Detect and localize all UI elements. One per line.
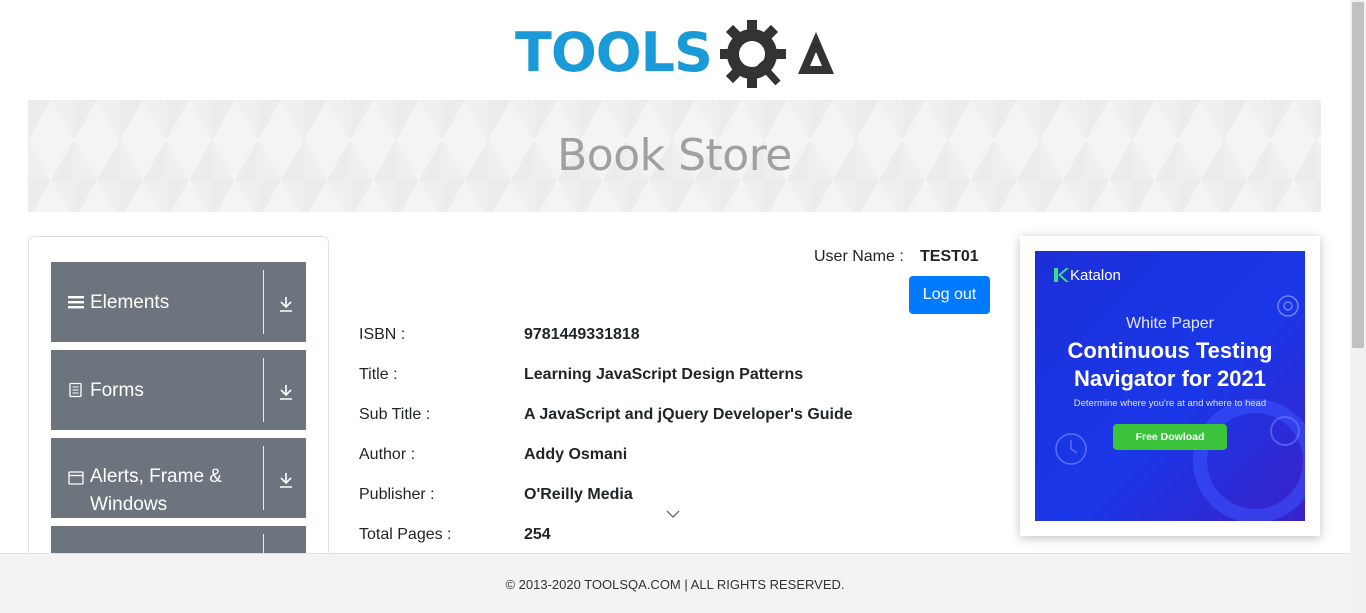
ad-subtext: Determine where you're at and where to h… — [1073, 398, 1267, 409]
total-pages-row: Total Pages : 254 — [359, 526, 979, 550]
group-elements[interactable]: Elements — [51, 262, 306, 342]
header: TOOLS — [0, 0, 1350, 100]
isbn-label: ISBN : — [359, 326, 406, 343]
page-banner: Book Store — [28, 100, 1321, 212]
logo-gear-qa-icon — [720, 20, 834, 88]
divider — [263, 446, 264, 510]
chevron-down-icon[interactable] — [666, 509, 680, 519]
group-label: Forms — [90, 380, 144, 401]
ad-headline: Continuous Testing Navigator for 2021 — [1035, 337, 1305, 393]
title-label: Title : — [359, 366, 398, 383]
divider — [263, 270, 264, 334]
logout-button[interactable]: Log out — [909, 276, 990, 314]
publisher-label: Publisher : — [359, 486, 435, 503]
download-icon — [280, 297, 292, 312]
isbn-value: 9781449331818 — [524, 326, 640, 343]
window-icon — [68, 471, 84, 485]
group-label: Alerts, Frame & Windows — [90, 466, 222, 515]
page-title: Book Store — [557, 130, 792, 181]
ad-container: Katalon White Paper Continuous Testing N… — [1020, 236, 1320, 536]
group-forms[interactable]: Forms — [51, 350, 306, 430]
toolsqa-logo[interactable]: TOOLS — [515, 18, 840, 90]
publisher-row: Publisher : O'Reilly Media — [359, 486, 979, 510]
ad-brand: Katalon — [1070, 267, 1121, 284]
publisher-value: O'Reilly Media — [524, 486, 633, 503]
subtitle-row: Sub Title : A JavaScript and jQuery Deve… — [359, 406, 979, 430]
download-icon — [280, 473, 292, 488]
scrollbar-thumb[interactable] — [1352, 2, 1364, 348]
user-name-label: User Name : — [814, 248, 904, 265]
title-row: Title : Learning JavaScript Design Patte… — [359, 366, 979, 390]
ad-headline-line-1: Continuous Testing — [1067, 338, 1273, 363]
katalon-logo-icon — [1054, 268, 1069, 282]
user-name-value: TEST01 — [920, 248, 979, 265]
divider — [263, 358, 264, 422]
clock-icon — [1055, 433, 1087, 465]
title-value: Learning JavaScript Design Patterns — [524, 366, 804, 383]
document-icon — [69, 382, 82, 398]
author-label: Author : — [359, 446, 416, 463]
total-pages-label: Total Pages : — [359, 526, 452, 543]
page-scrollbar[interactable] — [1350, 0, 1366, 613]
logo-text-tools: TOOLS — [515, 21, 713, 84]
author-row: Author : Addy Osmani — [359, 446, 979, 470]
total-pages-value: 254 — [524, 526, 551, 543]
left-panel: Elements Forms Alerts, Frame & Windows — [28, 236, 329, 606]
ad-kicker: White Paper — [1125, 315, 1215, 332]
author-value: Addy Osmani — [524, 446, 628, 463]
katalon-ad[interactable]: Katalon White Paper Continuous Testing N… — [1035, 251, 1305, 521]
ad-cta-button[interactable]: Free Dowload — [1113, 424, 1227, 450]
isbn-row: ISBN : 9781449331818 — [359, 326, 979, 350]
download-icon — [280, 385, 292, 400]
ad-headline-line-2: Navigator for 2021 — [1074, 366, 1266, 391]
footer: © 2013-2020 TOOLSQA.COM | ALL RIGHTS RES… — [0, 553, 1350, 613]
subtitle-value: A JavaScript and jQuery Developer's Guid… — [524, 406, 853, 423]
ad-decoration-icon — [1193, 399, 1305, 521]
group-alerts-frame-windows[interactable]: Alerts, Frame & Windows — [51, 438, 306, 518]
hamburger-icon — [68, 296, 84, 309]
footer-copyright: © 2013-2020 TOOLSQA.COM | ALL RIGHTS RES… — [505, 577, 845, 592]
group-label: Elements — [90, 292, 170, 313]
subtitle-label: Sub Title : — [359, 406, 431, 423]
